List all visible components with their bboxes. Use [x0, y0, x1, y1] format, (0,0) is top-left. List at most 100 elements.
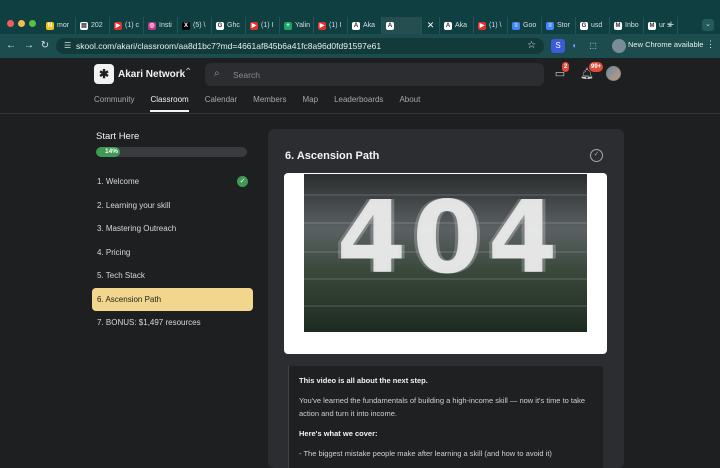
skool-icon: A — [352, 21, 360, 30]
nav-tab-about[interactable]: About — [399, 95, 420, 112]
instagram-icon: ◎ — [148, 21, 156, 30]
extension-s-icon[interactable]: S — [551, 39, 565, 53]
lesson-item[interactable]: 3. Mastering Outreach — [92, 217, 253, 240]
site-info-icon[interactable]: ☰ — [64, 41, 74, 51]
community-name[interactable]: Akari Network — [118, 69, 185, 80]
lesson-item[interactable]: 7. BONUS: $1,497 resources — [92, 311, 253, 334]
lesson-label: 6. Ascension Path — [97, 294, 162, 304]
browser-tab[interactable]: ▶ (1) c — [110, 17, 144, 34]
browser-tab-label: Ghc — [227, 22, 240, 29]
community-logo[interactable]: ✱ — [94, 64, 114, 84]
nav-tab-leaderboards[interactable]: Leaderboards — [334, 95, 383, 112]
youtube-icon: ▶ — [478, 21, 486, 30]
lesson-item[interactable]: 5. Tech Stack — [92, 264, 253, 287]
browser-tab[interactable]: Gusd — [576, 17, 610, 34]
video-thumbnail[interactable]: 404 — [304, 174, 587, 332]
search-input[interactable]: ⌕ Search — [205, 63, 544, 86]
progress-fill: 14% — [96, 147, 121, 157]
search-icon: ⌕ — [214, 68, 220, 79]
browser-tab-label: (1) I — [329, 22, 342, 29]
nav-tab-classroom[interactable]: Classroom — [150, 95, 189, 112]
lesson-card: 6. Ascension Path ✓ 404 This video is al… — [268, 129, 624, 468]
tab-list: Nmor ▤ 202 ▶ (1) c ◎ Insti X (5) \ G Ghc ▶ (1) I + Yal… — [42, 17, 678, 34]
gmail-icon: M — [648, 21, 656, 30]
browser-tab-label: usd — [591, 22, 603, 29]
tab-search-button[interactable]: ⌄ — [702, 19, 714, 31]
nav-tab-map[interactable]: Map — [303, 95, 319, 112]
lesson-label: 5. Tech Stack — [97, 271, 145, 280]
completed-check-icon: ✓ — [237, 176, 248, 187]
bookmark-star-icon[interactable]: ☆ — [527, 40, 536, 51]
close-tab-icon[interactable]: ✕ — [422, 17, 440, 34]
video-player[interactable]: 404 — [284, 173, 607, 354]
browser-tab[interactable]: A Aka — [440, 17, 474, 34]
notification-badge: 99+ — [589, 62, 604, 72]
browser-tab[interactable]: ▶ (1) I — [314, 17, 348, 34]
address-bar[interactable]: ☰ skool.com/akari/classroom/aa8d1bc7?md=… — [56, 38, 544, 54]
youtube-icon: ▶ — [318, 21, 326, 30]
lesson-item[interactable]: 6. Ascension Path — [92, 287, 253, 311]
lesson-item[interactable]: 1. Welcome ✓ — [92, 170, 253, 193]
gmail-icon: M — [614, 21, 622, 30]
lesson-item[interactable]: 4. Pricing — [92, 241, 253, 264]
browser-tab[interactable]: Nmor — [42, 17, 76, 34]
browser-tab[interactable]: ◎ Insti — [144, 17, 178, 34]
nav-tab-members[interactable]: Members — [253, 95, 286, 112]
browser-tab[interactable]: ≡ Goo — [508, 17, 542, 34]
nav-tab-community[interactable]: Community — [94, 95, 134, 112]
community-nav: Community Classroom Calendar Members Map Lead… — [94, 95, 436, 112]
module-title: Start Here — [96, 131, 140, 142]
browser-tab-label: Yalin — [295, 22, 311, 29]
community-switch-icon[interactable]: ⌃ — [184, 67, 192, 78]
browser-tab[interactable]: + Yalin — [280, 17, 314, 34]
mark-complete-icon[interactable]: ✓ — [590, 149, 603, 162]
user-avatar[interactable] — [606, 66, 621, 81]
description-bullet: - The biggest mistake people make after … — [299, 449, 552, 458]
profile-avatar-icon[interactable] — [612, 39, 626, 53]
lesson-title: 6. Ascension Path — [285, 150, 380, 162]
extensions-puzzle-icon[interactable]: ⬚ — [586, 39, 600, 53]
skool-icon: A — [444, 21, 452, 30]
update-chrome-button[interactable]: New Chrome available — [628, 40, 703, 49]
browser-tab-label: (1) I — [261, 22, 274, 29]
back-arrow-icon[interactable]: ← — [4, 39, 18, 53]
browser-tab-label: 202 — [91, 22, 103, 29]
video-404-text: 404 — [336, 179, 564, 296]
browser-tab[interactable]: A — [382, 17, 422, 34]
browser-tab-label: (1) c — [125, 22, 139, 29]
browser-tab[interactable]: ▶ (1) I — [246, 17, 280, 34]
browser-tab-strip: Nmor ▤ 202 ▶ (1) c ◎ Insti X (5) \ G Ghc ▶ (1) I + Yal… — [0, 0, 720, 34]
lesson-item[interactable]: 2. Learning your skill — [92, 194, 253, 217]
browser-tab[interactable]: X (5) \ — [178, 17, 212, 34]
lesson-label: 3. Mastering Outreach — [97, 224, 177, 233]
browser-tab[interactable]: ≡ Stor — [542, 17, 576, 34]
browser-tab[interactable]: ▶ (1) \ — [474, 17, 508, 34]
skool-icon: A — [386, 21, 394, 30]
new-tab-button[interactable]: + — [664, 17, 678, 34]
window-minimize-dot[interactable] — [18, 20, 25, 27]
lesson-label: 1. Welcome — [97, 177, 140, 186]
nav-tab-calendar[interactable]: Calendar — [205, 95, 237, 112]
browser-tab-label: Aka — [455, 22, 468, 29]
url-text[interactable]: skool.com/akari/classroom/aa8d1bc7?md=46… — [76, 41, 381, 51]
browser-tab[interactable]: ▤ 202 — [76, 17, 110, 34]
browser-menu-icon[interactable]: ⋮ — [706, 39, 715, 50]
browser-tab-label: (1) \ — [489, 22, 502, 29]
browser-tab-label: mor — [57, 22, 70, 29]
browser-tab-label: Goo — [523, 22, 537, 29]
reload-icon[interactable]: ↻ — [38, 39, 52, 53]
browser-tab[interactable]: G Ghc — [212, 17, 246, 34]
browser-tab-label: Insti — [159, 22, 172, 29]
description-intro: This video is all about the next step. — [299, 376, 428, 385]
ghost-icon: G — [216, 21, 224, 30]
browser-tab-label: Inbo — [625, 22, 639, 29]
window-close-dot[interactable] — [7, 20, 14, 27]
browser-tab[interactable]: A Aka — [348, 17, 382, 34]
forward-arrow-icon[interactable]: → — [22, 39, 36, 53]
extension-audio-icon[interactable]: ◖ — [567, 39, 581, 53]
x-icon: X — [182, 21, 190, 30]
browser-tab-label: (5) \ — [193, 22, 206, 29]
window-zoom-dot[interactable] — [29, 20, 36, 27]
browser-tab[interactable]: M Inbo — [610, 17, 644, 34]
browser-toolbar: ← → ↻ ☰ skool.com/akari/classroom/aa8d1b… — [0, 34, 720, 58]
